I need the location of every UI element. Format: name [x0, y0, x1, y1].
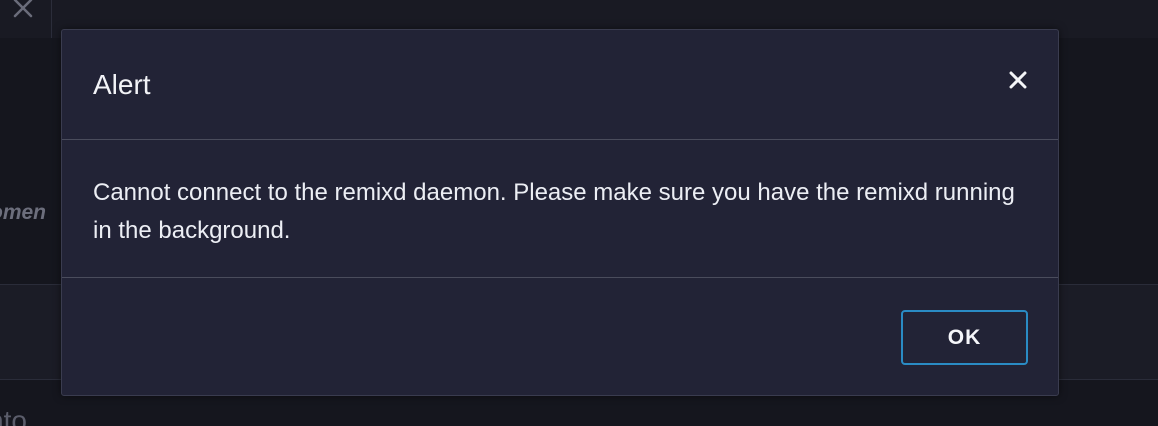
dialog-footer: OK	[62, 278, 1058, 395]
dialog-close-button[interactable]	[1008, 70, 1028, 90]
background-partial-heading: nto	[0, 405, 27, 426]
close-icon	[1009, 71, 1027, 89]
dialog-message: Cannot connect to the remixd daemon. Ple…	[93, 179, 1015, 244]
dialog-body: Cannot connect to the remixd daemon. Ple…	[62, 140, 1058, 278]
background-close-tab[interactable]	[0, 0, 52, 38]
ok-button[interactable]: OK	[901, 310, 1028, 365]
alert-dialog: Alert Cannot connect to the remixd daemo…	[61, 29, 1059, 396]
dialog-title: Alert	[93, 69, 151, 100]
background-partial-text: omen	[0, 201, 47, 224]
dialog-header: Alert	[62, 30, 1058, 140]
background-close-icon	[13, 0, 33, 18]
